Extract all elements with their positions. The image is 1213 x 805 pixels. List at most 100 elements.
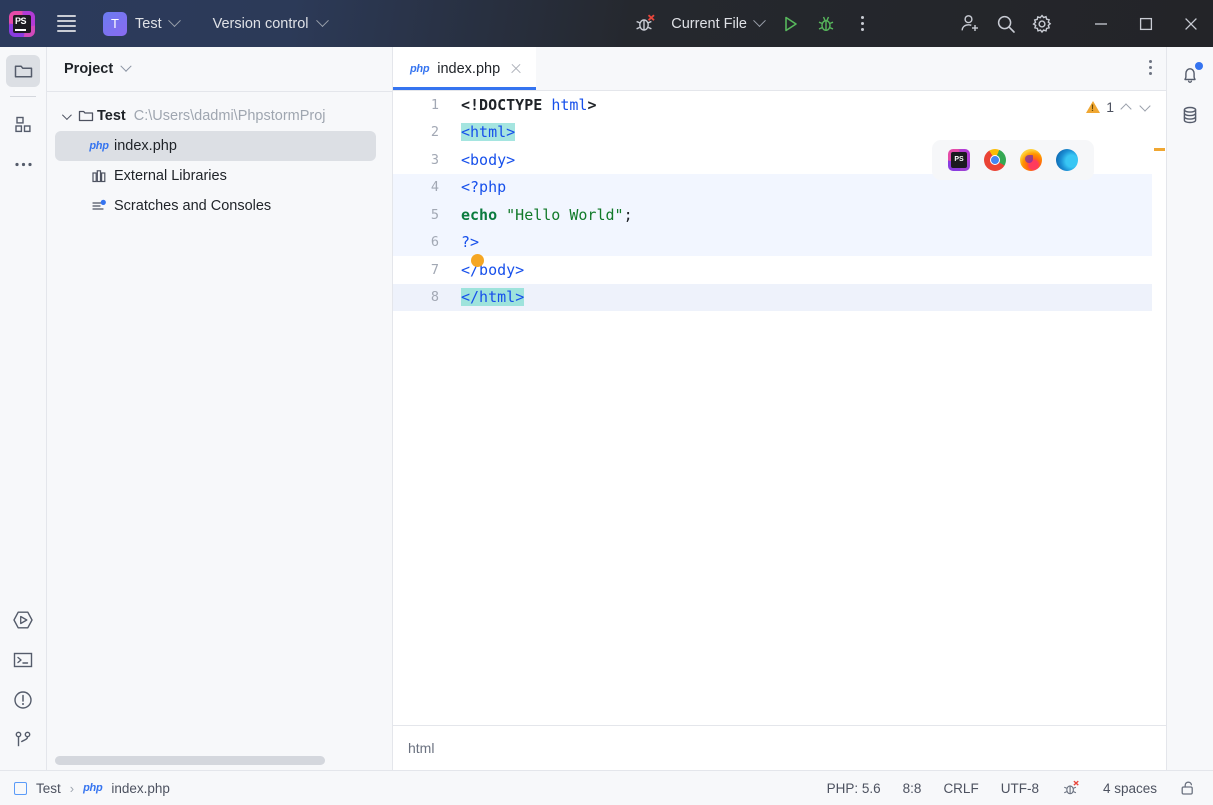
status-bar: Test › php index.php PHP: 5.6 8:8 CRLF U…: [0, 770, 1213, 805]
phpstorm-logo: PS: [9, 10, 35, 37]
code-line[interactable]: 5 echo "Hello World";: [393, 201, 1166, 229]
breadcrumb-separator: ›: [69, 780, 75, 796]
close-icon[interactable]: [508, 61, 524, 77]
sidebar-item-terminal[interactable]: [6, 644, 40, 676]
search-icon[interactable]: [988, 7, 1024, 41]
previous-problem-icon[interactable]: [1120, 101, 1133, 114]
minimize-button[interactable]: [1078, 0, 1123, 47]
code-line[interactable]: 8 </html>: [393, 283, 1166, 311]
gear-icon[interactable]: [1024, 7, 1060, 41]
open-in-edge-icon[interactable]: [1056, 149, 1078, 171]
sidebar-item-run[interactable]: [6, 604, 40, 636]
sidebar-item-problems[interactable]: [6, 684, 40, 716]
chevron-down-icon[interactable]: [55, 109, 75, 120]
close-button[interactable]: [1168, 0, 1213, 47]
warning-count: 1: [1106, 99, 1114, 115]
database-button[interactable]: [1173, 99, 1207, 131]
inspection-widget: 1: [1086, 99, 1152, 115]
project-initial-badge: T: [103, 11, 127, 36]
editor-options-button[interactable]: [1149, 60, 1152, 75]
tree-node-external-libraries[interactable]: External Libraries: [47, 161, 392, 191]
chevron-down-icon[interactable]: [120, 60, 132, 72]
next-problem-icon[interactable]: [1139, 101, 1152, 114]
status-file-name[interactable]: index.php: [111, 781, 170, 796]
breadcrumb-item-html[interactable]: html: [408, 740, 434, 756]
version-control-widget[interactable]: Version control: [207, 12, 333, 36]
sidebar-item-more[interactable]: [6, 148, 40, 180]
line-content: </html>: [461, 288, 525, 307]
tree-node-label: Scratches and Consoles: [114, 198, 272, 214]
line-number: 3: [430, 151, 439, 168]
sidebar-item-project[interactable]: [6, 55, 40, 87]
more-actions-button[interactable]: [844, 7, 880, 41]
php-file-icon: php: [410, 62, 430, 75]
sidebar-item-version-control[interactable]: [6, 724, 40, 756]
right-tool-rail: [1166, 47, 1213, 770]
tree-node-path: C:\Users\dadmi\PhpstormProj: [133, 108, 326, 124]
line-content: <!DOCTYPE html>: [461, 95, 597, 114]
open-in-chrome-icon[interactable]: [984, 149, 1006, 171]
tree-node-index-php[interactable]: php index.php: [55, 131, 376, 161]
warning-marker[interactable]: [1154, 148, 1165, 151]
debug-status-icon[interactable]: [1061, 778, 1081, 798]
line-content: echo "Hello World";: [461, 205, 633, 224]
intention-bulb-icon[interactable]: [471, 253, 484, 267]
editor-area: php index.php 1 <!DOCTYPE html> 2 <html>…: [393, 47, 1166, 770]
tree-node-scratches-and-consoles[interactable]: Scratches and Consoles: [47, 191, 392, 221]
tab-index-php[interactable]: php index.php: [393, 47, 537, 90]
run-button[interactable]: [772, 7, 808, 41]
code-line[interactable]: 7 </body>: [393, 253, 1166, 284]
open-in-firefox-icon[interactable]: [1020, 149, 1042, 171]
line-content: </body>: [461, 253, 524, 279]
tree-node-label: External Libraries: [114, 168, 227, 184]
status-php-version[interactable]: PHP: 5.6: [827, 781, 881, 796]
editor-marker-bar[interactable]: [1152, 91, 1166, 725]
tab-label: index.php: [437, 60, 501, 77]
code-editor[interactable]: 1 <!DOCTYPE html> 2 <html> 3 <body> 4 <?…: [393, 91, 1166, 725]
main-menu-button[interactable]: [49, 7, 83, 41]
unlocked-icon[interactable]: [1179, 779, 1197, 797]
notifications-button[interactable]: [1173, 59, 1207, 91]
project-panel-horizontal-scrollbar[interactable]: [55, 756, 383, 766]
status-line-separator[interactable]: CRLF: [943, 781, 978, 796]
run-configuration-selector[interactable]: Current File: [663, 12, 772, 36]
scrollbar-thumb[interactable]: [55, 756, 325, 765]
project-panel-title: Project: [64, 61, 114, 77]
project-panel-header: Project: [47, 47, 392, 91]
editor-tab-bar: php index.php: [393, 47, 1166, 91]
scratches-icon: [88, 198, 110, 214]
warning-triangle-icon: [1086, 101, 1101, 113]
maximize-button[interactable]: [1123, 0, 1168, 47]
sidebar-item-structure[interactable]: [6, 108, 40, 140]
debug-button[interactable]: [808, 7, 844, 41]
phpstorm-window: PS T Test Version control Current File P…: [0, 0, 1213, 805]
debug-attach-icon[interactable]: [627, 7, 663, 41]
status-indent[interactable]: 4 spaces: [1103, 781, 1157, 796]
status-project-name[interactable]: Test: [36, 781, 61, 796]
code-line[interactable]: 6 ?>: [393, 228, 1166, 256]
rail-divider: [10, 96, 36, 97]
php-file-icon: php: [83, 782, 103, 794]
account-icon[interactable]: [952, 7, 988, 41]
line-number: 2: [430, 124, 439, 141]
breadcrumb: html: [393, 725, 1166, 769]
code-line[interactable]: 1 <!DOCTYPE html>: [393, 91, 1166, 119]
line-number: 1: [430, 96, 439, 113]
chevron-down-icon: [753, 14, 766, 28]
open-in-phpstorm-builtin-preview-icon[interactable]: [948, 149, 970, 171]
tree-node-project-root[interactable]: Test C:\Users\dadmi\PhpstormProj: [47, 101, 392, 131]
run-configuration-label: Current File: [671, 15, 747, 32]
chevron-down-icon: [167, 14, 181, 28]
status-caret-position[interactable]: 8:8: [903, 781, 922, 796]
line-number: 7: [430, 261, 439, 278]
project-tool-window: Project Test C:\Users\dadmi\PhpstormProj: [47, 47, 393, 770]
line-content: ?>: [461, 233, 480, 252]
status-encoding[interactable]: UTF-8: [1001, 781, 1039, 796]
browser-launcher-bar: [932, 140, 1094, 180]
project-selector[interactable]: T Test: [97, 8, 185, 40]
tree-node-label: Test: [97, 108, 126, 124]
title-bar: PS T Test Version control Current File: [0, 0, 1213, 47]
line-number: 6: [430, 234, 439, 251]
line-content: <body>: [461, 150, 516, 169]
line-content: <?php: [461, 178, 507, 197]
